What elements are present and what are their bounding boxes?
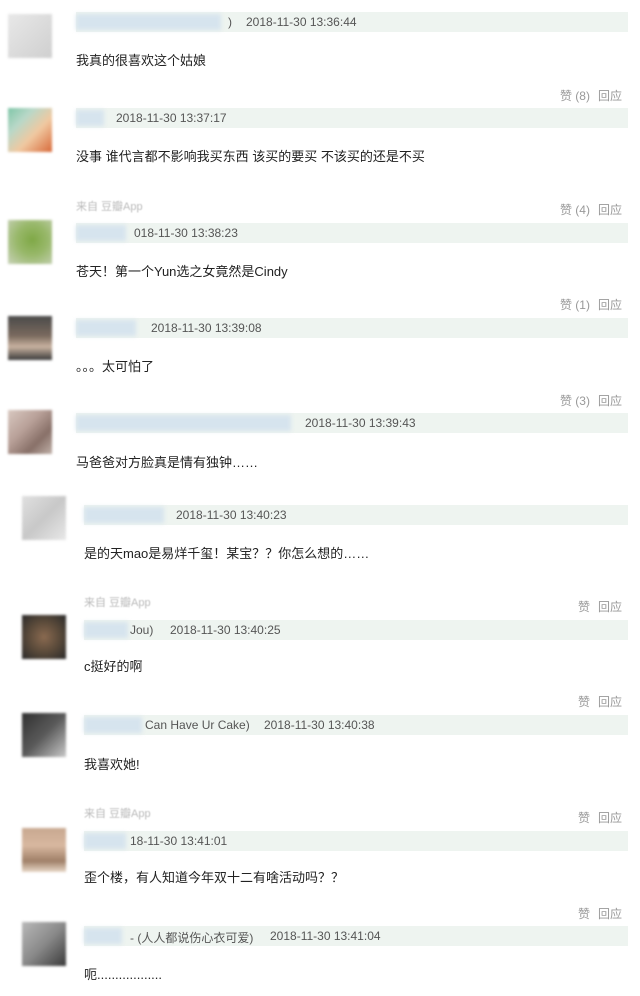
comment-header: 2018-11-30 13:39:43 <box>76 413 628 433</box>
username-suffix: - (人人都说伤心衣可爱) <box>130 931 254 945</box>
comment-header: 2018-11-30 13:39:08 <box>76 318 628 338</box>
comment-actions: 赞 (1) 回应 <box>560 296 622 313</box>
username[interactable] <box>76 415 291 431</box>
like-button[interactable]: 赞 (4) <box>560 203 590 217</box>
comment-text: 歪个楼，有人知道今年双十二有啥活动吗？？ <box>84 870 345 885</box>
like-button[interactable]: 赞 (3) <box>560 394 590 408</box>
reply-button[interactable]: 回应 <box>598 394 622 408</box>
reply-button[interactable]: 回应 <box>598 89 622 103</box>
comment-time: 2018-11-30 13:36:44 <box>246 15 357 29</box>
like-button[interactable]: 赞 <box>578 600 590 614</box>
comment-actions: 赞 (4) 回应 <box>560 201 622 218</box>
username[interactable] <box>76 225 126 241</box>
reply-button[interactable]: 回应 <box>598 298 622 312</box>
comment-time: 2018-11-30 13:40:38 <box>264 718 375 732</box>
avatar[interactable] <box>8 316 52 360</box>
comment-time: 2018-11-30 13:37:17 <box>116 111 227 125</box>
username[interactable] <box>76 14 221 30</box>
comment-text: 马爸爸对方脸真是情有独钟…… <box>76 455 259 470</box>
comment-actions: 赞回应 <box>578 598 622 615</box>
comment-header: 2018-11-30 13:37:17 <box>76 108 628 128</box>
comment-actions: 赞回应 <box>578 693 622 710</box>
avatar[interactable] <box>22 615 66 659</box>
comment-actions: 赞回应 <box>578 809 622 826</box>
like-button[interactable]: 赞 (1) <box>560 298 590 312</box>
comment-actions: 赞回应 <box>578 905 622 922</box>
username-suffix: ) <box>228 15 232 29</box>
like-button[interactable]: 赞 <box>578 695 590 709</box>
avatar[interactable] <box>8 410 52 454</box>
comment-time: 018-11-30 13:38:23 <box>134 226 238 240</box>
avatar[interactable] <box>8 220 52 264</box>
comment-time: 18-11-30 13:41:01 <box>130 834 228 848</box>
reply-button[interactable]: 回应 <box>598 600 622 614</box>
comment-text: 。。。太可怕了 <box>76 359 155 374</box>
comment-text: 是的天mao是易烊千玺！某宝？？你怎么想的…… <box>84 546 370 561</box>
comment-header: ) 2018-11-30 13:36:44 <box>76 12 628 32</box>
comment-header: 2018-11-30 13:40:23 <box>84 505 628 525</box>
comment-header: - (人人都说伤心衣可爱) 2018-11-30 13:41:04 <box>84 926 628 946</box>
avatar[interactable] <box>22 496 66 540</box>
comment-text: 我真的很喜欢这个姑娘 <box>76 53 207 68</box>
comment-text: 我喜欢她! <box>84 757 140 772</box>
comment-header: 018-11-30 13:38:23 <box>76 223 628 243</box>
comment-header: 18-11-30 13:41:01 <box>84 831 628 851</box>
comment-text: c挺好的啊 <box>84 659 143 674</box>
comment-time: 2018-11-30 13:40:25 <box>170 623 281 637</box>
username[interactable] <box>76 320 136 336</box>
comment-actions: 赞 (8) 回应 <box>560 87 622 104</box>
username[interactable] <box>84 717 142 733</box>
avatar[interactable] <box>22 713 66 757</box>
reply-button[interactable]: 回应 <box>598 203 622 217</box>
source-label: 来自 豆瓣App <box>76 201 143 213</box>
reply-button[interactable]: 回应 <box>598 811 622 825</box>
reply-button[interactable]: 回应 <box>598 907 622 921</box>
comment-header: Jou) 2018-11-30 13:40:25 <box>84 620 628 640</box>
comment-actions: 赞 (3) 回应 <box>560 392 622 409</box>
comment-time: 2018-11-30 13:39:43 <box>305 416 416 430</box>
like-button[interactable]: 赞 <box>578 811 590 825</box>
username[interactable] <box>84 928 122 944</box>
reply-button[interactable]: 回应 <box>598 695 622 709</box>
source-label: 来自 豆瓣App <box>84 597 151 609</box>
source-label: 来自 豆瓣App <box>84 808 151 820</box>
username-suffix: Can Have Ur Cake) <box>145 718 250 732</box>
comment-time: 2018-11-30 13:41:04 <box>270 929 381 943</box>
username-suffix: Jou) <box>130 623 154 637</box>
avatar[interactable] <box>8 108 52 152</box>
comment-text: 呃.................. <box>84 967 163 982</box>
comment-text: 苍天！第一个Yun选之女竟然是Cindy <box>76 264 288 279</box>
avatar[interactable] <box>8 14 52 58</box>
username[interactable] <box>76 110 104 126</box>
comment-time: 2018-11-30 13:39:08 <box>151 321 262 335</box>
avatar[interactable] <box>22 828 66 872</box>
comment-time: 2018-11-30 13:40:23 <box>176 508 287 522</box>
like-button[interactable]: 赞 (8) <box>560 89 590 103</box>
username[interactable] <box>84 507 164 523</box>
comment-text: 没事 谁代言都不影响我买东西 该买的要买 不该买的还是不买 <box>76 149 425 164</box>
username[interactable] <box>84 833 126 849</box>
like-button[interactable]: 赞 <box>578 907 590 921</box>
username[interactable] <box>84 622 128 638</box>
avatar[interactable] <box>22 922 66 966</box>
comment-header: Can Have Ur Cake) 2018-11-30 13:40:38 <box>84 715 628 735</box>
